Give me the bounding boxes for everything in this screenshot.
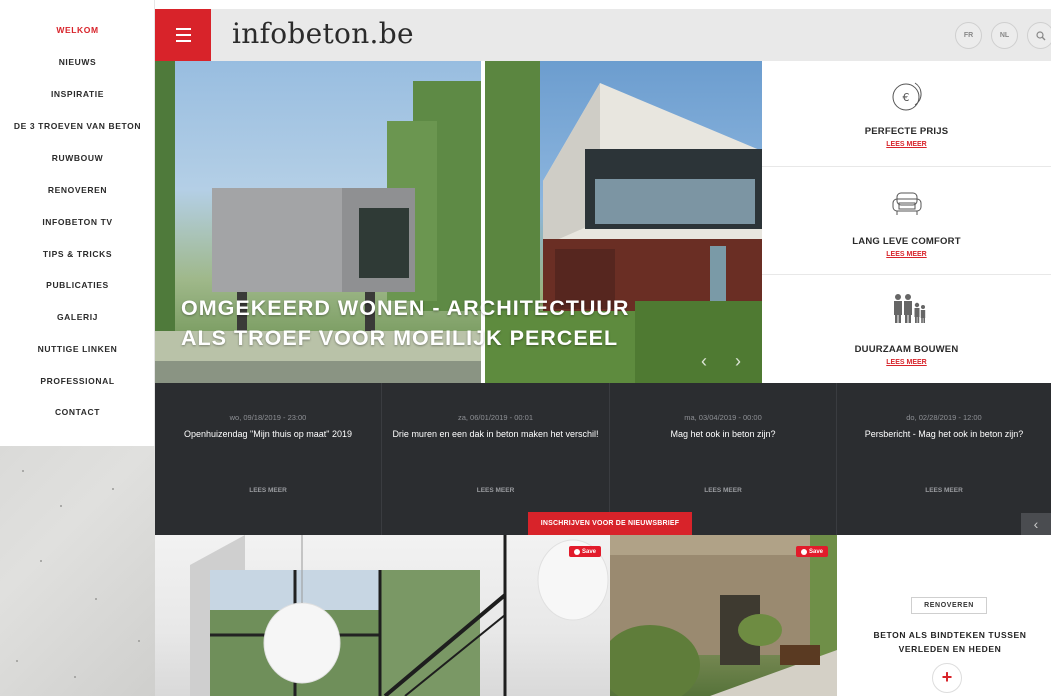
search-button[interactable] xyxy=(1027,22,1051,49)
search-icon xyxy=(1035,30,1045,40)
feature-title: DUURZAAM BOUWEN xyxy=(854,344,959,355)
gallery-photo-stone-house[interactable]: Save xyxy=(610,535,837,696)
article-card: RENOVEREN BETON ALS BINDTEKEN TUSSEN VER… xyxy=(837,535,1051,696)
news-prev-arrow[interactable]: ‹ xyxy=(1021,513,1051,535)
hero-prev-arrow[interactable]: ‹ xyxy=(701,351,707,372)
news-read-more-link[interactable]: LEES MEER xyxy=(155,487,381,494)
hero-slider[interactable]: OMGEKEERD WONEN - ARCHITECTUUR ALS TROEF… xyxy=(155,61,762,383)
save-button[interactable]: Save xyxy=(796,546,828,557)
concrete-texture xyxy=(60,505,62,507)
armchair-icon xyxy=(892,192,922,215)
hero-title-line: ALS TROEF VOOR MOEILIJK PERCEEL xyxy=(181,326,619,350)
hero-title[interactable]: OMGEKEERD WONEN - ARCHITECTUUR ALS TROEF… xyxy=(181,293,629,353)
news-title[interactable]: Mag het ook in beton zijn? xyxy=(618,429,828,440)
sidebar-item-nuttige-linken[interactable]: NUTTIGE LINKEN xyxy=(0,344,155,354)
news-title[interactable]: Drie muren en een dak in beton maken het… xyxy=(390,429,601,440)
language-fr-button[interactable]: FR xyxy=(955,22,982,49)
interior-photo xyxy=(190,535,609,696)
news-title[interactable]: Openhuizendag "Mijn thuis op maat" 2019 xyxy=(163,429,373,440)
news-read-more-link[interactable]: LEES MEER xyxy=(382,487,609,494)
pinterest-icon xyxy=(800,548,807,555)
sidebar-item-publicaties[interactable]: PUBLICATIES xyxy=(0,280,155,290)
feature-read-more-link[interactable]: LEES MEER xyxy=(762,141,1051,148)
hamburger-icon xyxy=(176,40,191,42)
category-tag[interactable]: RENOVEREN xyxy=(911,597,987,614)
concrete-texture xyxy=(40,560,42,562)
sidebar-item-tips-tricks[interactable]: TIPS & TRICKS xyxy=(0,249,155,259)
feature-title: PERFECTE PRIJS xyxy=(864,126,949,137)
sidebar-item-renoveren[interactable]: RENOVEREN xyxy=(0,185,155,195)
gallery-photo-interior[interactable]: Save xyxy=(155,535,610,696)
expand-plus-button[interactable]: + xyxy=(932,663,962,693)
feature-duurzaam-bouwen[interactable]: DUURZAAM BOUWEN LEES MEER xyxy=(762,277,1051,383)
sidebar-menu: WELKOM NIEUWS INSPIRATIE DE 3 TROEVEN VA… xyxy=(0,0,155,446)
hamburger-icon xyxy=(176,34,191,36)
euro-coin-icon: € xyxy=(892,82,922,111)
news-read-more-link[interactable]: LEES MEER xyxy=(610,487,836,494)
news-date: wo, 09/18/2019 - 23:00 xyxy=(229,413,307,422)
sidebar-item-welkom[interactable]: WELKOM xyxy=(0,25,155,35)
hero-next-arrow[interactable]: › xyxy=(735,351,741,372)
sidebar-item-professional[interactable]: PROFESSIONAL xyxy=(0,376,155,386)
sidebar-item-infobeton-tv[interactable]: INFOBETON TV xyxy=(0,217,155,227)
sidebar-item-inspiratie[interactable]: INSPIRATIE xyxy=(0,89,155,99)
feature-read-more-link[interactable]: LEES MEER xyxy=(762,251,1051,258)
site-logo[interactable]: infobeton.be xyxy=(232,17,414,50)
concrete-texture xyxy=(95,598,97,600)
news-item[interactable]: do, 02/28/2019 - 12:00 Persbericht - Mag… xyxy=(837,383,1051,535)
concrete-texture xyxy=(22,470,24,472)
feature-lang-leve-comfort[interactable]: LANG LEVE COMFORT LEES MEER xyxy=(762,169,1051,275)
svg-text:€: € xyxy=(903,91,910,104)
news-date: ma, 03/04/2019 - 00:00 xyxy=(684,413,762,422)
save-button[interactable]: Save xyxy=(569,546,601,557)
header: infobeton.be FR NL xyxy=(155,9,1051,61)
feature-title: LANG LEVE COMFORT xyxy=(852,236,961,247)
feature-perfecte-prijs[interactable]: € PERFECTE PRIJS LEES MEER xyxy=(762,61,1051,167)
news-item[interactable]: wo, 09/18/2019 - 23:00 Openhuizendag "Mi… xyxy=(155,383,382,535)
stone-house-photo xyxy=(610,535,837,696)
concrete-texture xyxy=(112,488,114,490)
news-date: za, 06/01/2019 - 00:01 xyxy=(457,413,534,422)
language-nl-button[interactable]: NL xyxy=(991,22,1018,49)
news-read-more-link[interactable]: LEES MEER xyxy=(837,487,1051,494)
hamburger-menu-button[interactable] xyxy=(155,9,211,61)
pinterest-icon xyxy=(573,548,580,555)
sidebar-item-ruwbouw[interactable]: RUWBOUW xyxy=(0,153,155,163)
sidebar-item-nieuws[interactable]: NIEUWS xyxy=(0,57,155,67)
save-label: Save xyxy=(808,548,823,555)
sidebar: WELKOM NIEUWS INSPIRATIE DE 3 TROEVEN VA… xyxy=(0,0,155,696)
sidebar-item-galerij[interactable]: GALERIJ xyxy=(0,312,155,322)
concrete-texture xyxy=(16,660,18,662)
save-label: Save xyxy=(581,548,596,555)
news-title[interactable]: Persbericht - Mag het ook in beton zijn? xyxy=(845,429,1043,440)
article-title[interactable]: BETON ALS BINDTEKEN TUSSEN VERLEDEN EN H… xyxy=(857,628,1043,656)
feature-panel: € PERFECTE PRIJS LEES MEER LANG LEVE COM… xyxy=(762,61,1051,383)
sidebar-item-contact[interactable]: CONTACT xyxy=(0,407,155,417)
hero-title-line: OMGEKEERD WONEN - ARCHITECTUUR xyxy=(181,296,630,320)
family-icon xyxy=(894,294,926,323)
news-date: do, 02/28/2019 - 12:00 xyxy=(906,413,982,422)
newsletter-subscribe-button[interactable]: INSCHRIJVEN VOOR DE NIEUWSBRIEF xyxy=(528,512,692,535)
concrete-texture xyxy=(138,640,140,642)
feature-read-more-link[interactable]: LEES MEER xyxy=(762,359,1051,366)
sidebar-item-troeven[interactable]: DE 3 TROEVEN VAN BETON xyxy=(0,121,155,131)
hamburger-icon xyxy=(176,28,191,30)
concrete-texture xyxy=(74,676,76,678)
